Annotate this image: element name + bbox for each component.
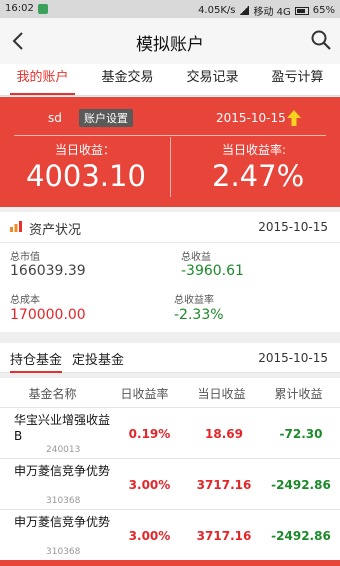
day-profit-label: 当日收益： xyxy=(55,143,116,157)
table-row[interactable]: 申万菱信竞争优势 310368 3.00% 3717.16 -2492.86 xyxy=(0,510,340,561)
arrow-up-icon xyxy=(287,110,301,126)
fund-total-profit: -2492.86 xyxy=(271,478,331,492)
account-summary: sd 账户设置 2015-10-15 当日收益： 4003.10 当日收益率: … xyxy=(0,97,340,207)
col-day-rate: 日收益率 xyxy=(120,387,169,401)
fund-day-profit: 18.69 xyxy=(205,427,243,441)
notification-icon xyxy=(37,3,48,14)
fund-day-rate: 3.00% xyxy=(128,529,171,543)
fund-name: 申万菱信竞争优势 xyxy=(14,515,111,529)
page-title: 模拟账户 xyxy=(136,35,204,55)
account-date: 2015-10-15 xyxy=(216,111,286,125)
status-bar: 16:02 4.05K/s 移动 4G 65% xyxy=(0,0,340,18)
fund-code: 310368 xyxy=(46,496,81,506)
tab-auto-invest-funds[interactable]: 定投基金 xyxy=(72,349,124,373)
assets-header: 资产状况 2015-10-15 xyxy=(0,212,340,242)
assets-title: 资产状况 xyxy=(29,223,82,238)
table-row[interactable]: 华宝兴业增强收益B 240013 0.19% 18.69 -72.30 xyxy=(0,408,340,459)
battery-level: 65% xyxy=(312,5,335,16)
fund-day-rate: 3.00% xyxy=(128,478,171,492)
total-cost: 170000.00 xyxy=(10,307,86,323)
fund-total-profit: -72.30 xyxy=(279,427,323,441)
total-profit-label: 总收益 xyxy=(181,252,211,263)
bottom-accent-bar xyxy=(0,560,340,566)
col-fund-name: 基金名称 xyxy=(28,387,77,401)
tab-fund-trade[interactable]: 基金交易 xyxy=(85,64,170,95)
day-rate-value: 2.47% xyxy=(212,159,305,193)
day-rate-label: 当日收益率: xyxy=(222,143,287,157)
table-row[interactable]: 申万菱信竞争优势 310368 3.00% 3717.16 -2492.86 xyxy=(0,459,340,510)
total-value: 166039.39 xyxy=(10,263,86,279)
fund-day-profit: 3717.16 xyxy=(196,478,252,492)
tab-holding-funds[interactable]: 持仓基金 xyxy=(10,349,63,373)
tab-my-account[interactable]: 我的账户 xyxy=(0,64,85,95)
summary-divider xyxy=(14,135,326,136)
day-profit-value: 4003.10 xyxy=(26,159,146,193)
signal-icon xyxy=(239,6,250,15)
fund-name: 申万菱信竞争优势 xyxy=(14,464,111,478)
col-total-profit: 累计收益 xyxy=(274,387,323,401)
fund-name: 华宝兴业增强收益B xyxy=(14,413,111,443)
tab-trade-records[interactable]: 交易记录 xyxy=(170,64,255,95)
holdings-tabs: 持仓基金 定投基金 2015-10-15 xyxy=(0,343,340,373)
account-settings-button[interactable]: 账户设置 xyxy=(79,109,133,127)
fund-day-profit: 3717.16 xyxy=(196,529,252,543)
holdings-date: 2015-10-15 xyxy=(258,351,328,365)
tab-profit-calc[interactable]: 盈亏计算 xyxy=(255,64,340,95)
total-profit: -3960.61 xyxy=(181,263,244,279)
fund-code: 310368 xyxy=(46,547,81,557)
assets-date: 2015-10-15 xyxy=(258,220,328,234)
search-icon[interactable] xyxy=(310,29,332,51)
carrier-label: 移动 4G xyxy=(253,7,291,18)
network-speed: 4.05K/s xyxy=(198,5,236,16)
col-day-profit: 当日收益 xyxy=(197,387,246,401)
total-value-label: 总市值 xyxy=(10,252,40,263)
fund-total-profit: -2492.86 xyxy=(271,529,331,543)
username: sd xyxy=(48,111,62,125)
total-rate: -2.33% xyxy=(174,307,224,323)
fund-code: 240013 xyxy=(46,445,81,455)
total-rate-label: 总收益率 xyxy=(174,295,214,306)
main-tabs: 我的账户 基金交易 交易记录 盈亏计算 xyxy=(0,64,340,96)
summary-divider-vertical xyxy=(170,137,171,197)
assets-panel: 总市值 166039.39 总收益 -3960.61 总成本 170000.00… xyxy=(0,242,340,332)
battery-icon xyxy=(294,6,309,15)
bar-chart-icon xyxy=(10,221,22,232)
fund-day-rate: 0.19% xyxy=(128,427,171,441)
total-cost-label: 总成本 xyxy=(10,295,40,306)
app-header: 模拟账户 xyxy=(0,18,340,64)
table-header: 基金名称 日收益率 当日收益 累计收益 xyxy=(0,378,340,408)
status-time: 16:02 xyxy=(5,3,34,14)
